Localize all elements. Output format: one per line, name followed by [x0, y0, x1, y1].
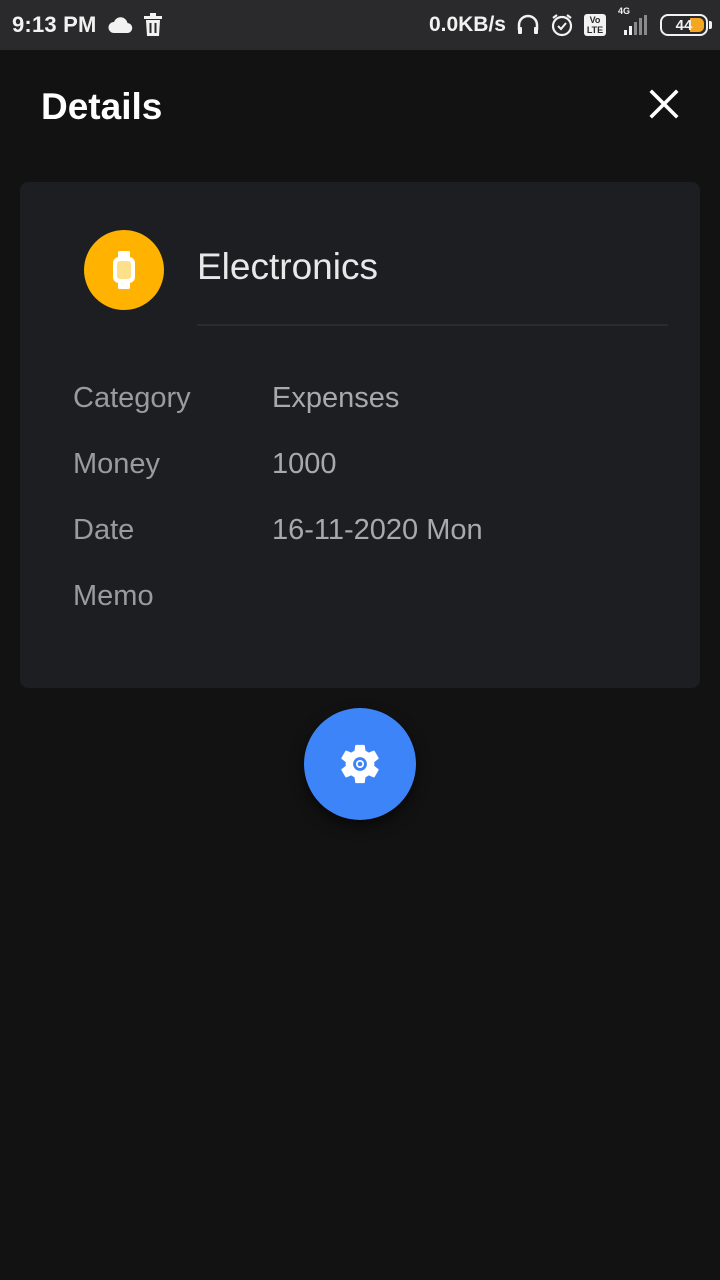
category-label: Category — [73, 382, 191, 414]
date-row: Date 16-11-2020 Mon — [73, 514, 673, 554]
app-bar: Details — [0, 50, 720, 162]
memo-row: Memo — [73, 580, 673, 620]
volte-top: Vo — [589, 15, 601, 25]
status-bar-left: 9:13 PM — [12, 12, 163, 38]
volte-bottom: LTE — [586, 25, 604, 35]
status-time: 9:13 PM — [12, 12, 97, 37]
money-value: 1000 — [272, 448, 337, 480]
network-speed: 0.0KB/s — [428, 13, 506, 36]
settings-fab[interactable] — [304, 708, 416, 820]
volte-icon: Vo LTE — [584, 14, 606, 36]
date-value: 16-11-2020 Mon — [272, 514, 483, 546]
memo-label: Memo — [73, 580, 154, 612]
category-value: Expenses — [272, 382, 400, 414]
cloud-icon — [107, 16, 133, 34]
trash-icon — [143, 13, 163, 37]
page-title: Details — [41, 86, 163, 127]
date-label: Date — [73, 514, 135, 546]
record-name: Electronics — [197, 246, 378, 287]
category-row: Category Expenses — [73, 382, 673, 422]
money-label: Money — [73, 448, 161, 480]
divider — [197, 324, 668, 326]
watch-icon — [113, 251, 135, 289]
battery-icon: 44 — [660, 14, 712, 36]
status-bar-right: 0.0KB/s Vo LTE 4G 44 — [428, 6, 712, 37]
details-card: Electronics Category Expenses Money 1000… — [20, 182, 700, 688]
gear-icon — [341, 744, 379, 784]
signal-label: 4G — [618, 6, 631, 16]
headset-icon — [516, 13, 540, 37]
alarm-icon — [550, 13, 574, 37]
money-row: Money 1000 — [73, 448, 673, 488]
category-avatar — [84, 230, 164, 310]
battery-level: 44 — [675, 16, 693, 34]
close-button[interactable] — [640, 80, 688, 128]
close-icon — [649, 89, 679, 119]
status-bar: 9:13 PM 0.0KB/s Vo LTE 4G 44 — [0, 0, 720, 50]
signal-icon: 4G — [616, 6, 650, 36]
